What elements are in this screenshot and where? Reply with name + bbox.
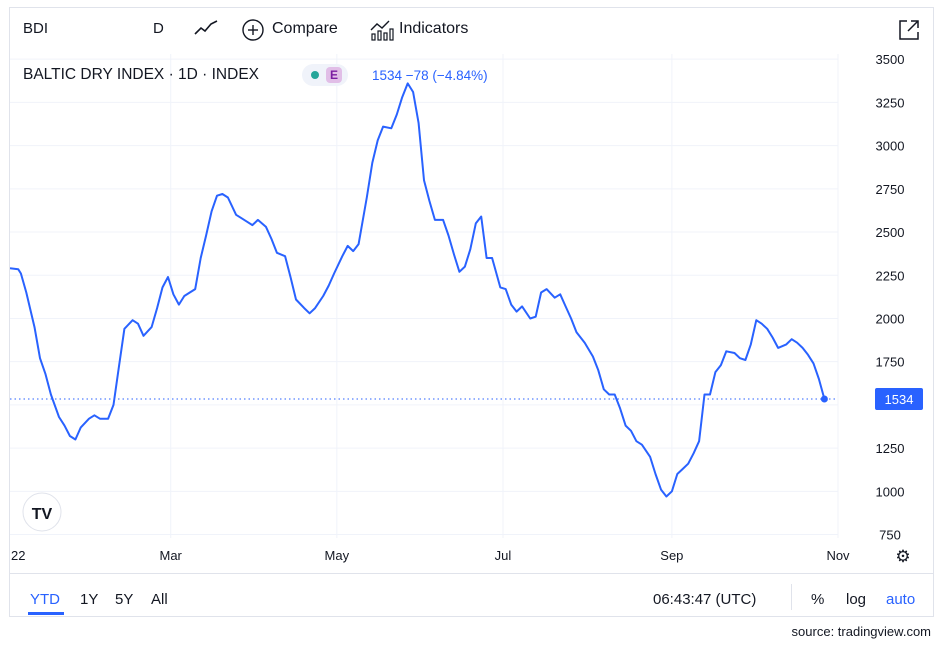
y-tick-label: 2250 — [876, 268, 905, 283]
clock-time[interactable]: 06:43:47 (UTC) — [653, 591, 756, 608]
market-status-dot — [311, 71, 319, 79]
last-price-point — [820, 395, 828, 403]
log-toggle[interactable]: log — [846, 591, 866, 608]
y-tick-label: 2750 — [876, 182, 905, 197]
events-badge: E — [326, 67, 342, 83]
x-tick-label: Mar — [160, 548, 183, 563]
legend-title: BALTIC DRY INDEX · 1D · INDEX — [23, 66, 259, 83]
active-range-indicator — [28, 612, 64, 615]
y-tick-label: 3250 — [876, 95, 905, 110]
x-tick-label: Sep — [660, 548, 683, 563]
auto-toggle[interactable]: auto — [886, 591, 915, 608]
divider — [791, 584, 792, 610]
y-tick-label: 3500 — [876, 52, 905, 67]
settings-gear-icon[interactable]: ⚙ — [895, 547, 910, 567]
y-tick-label: 1000 — [876, 484, 905, 499]
chart-widget: BDI D Compare Indicators 750100012501500… — [9, 7, 934, 617]
bottom-bar: YTD 1Y 5Y All 06:43:47 (UTC) % log auto — [10, 573, 933, 619]
market-status-pill[interactable]: E — [302, 64, 348, 86]
price-chart[interactable]: 7501000125015001750200022502500275030003… — [10, 8, 933, 573]
y-tick-label: 2500 — [876, 225, 905, 240]
range-all[interactable]: All — [151, 591, 168, 608]
y-tick-label: 2000 — [876, 311, 905, 326]
y-tick-label: 1750 — [876, 355, 905, 370]
y-tick-label: 3000 — [876, 139, 905, 154]
x-tick-label: May — [325, 548, 350, 563]
x-tick-label: 22 — [11, 548, 25, 563]
range-ytd[interactable]: YTD — [30, 591, 60, 608]
last-value-label: 1534 — [885, 392, 914, 407]
tradingview-logo-text: TV — [32, 506, 53, 523]
x-tick-label: Nov — [826, 548, 850, 563]
legend-quote: 1534 −78 (−4.84%) — [372, 68, 488, 83]
range-5y[interactable]: 5Y — [115, 591, 133, 608]
range-1y[interactable]: 1Y — [80, 591, 98, 608]
x-tick-label: Jul — [495, 548, 512, 563]
percent-toggle[interactable]: % — [811, 591, 824, 608]
source-caption: source: tradingview.com — [791, 624, 931, 639]
y-tick-label: 1250 — [876, 441, 905, 456]
